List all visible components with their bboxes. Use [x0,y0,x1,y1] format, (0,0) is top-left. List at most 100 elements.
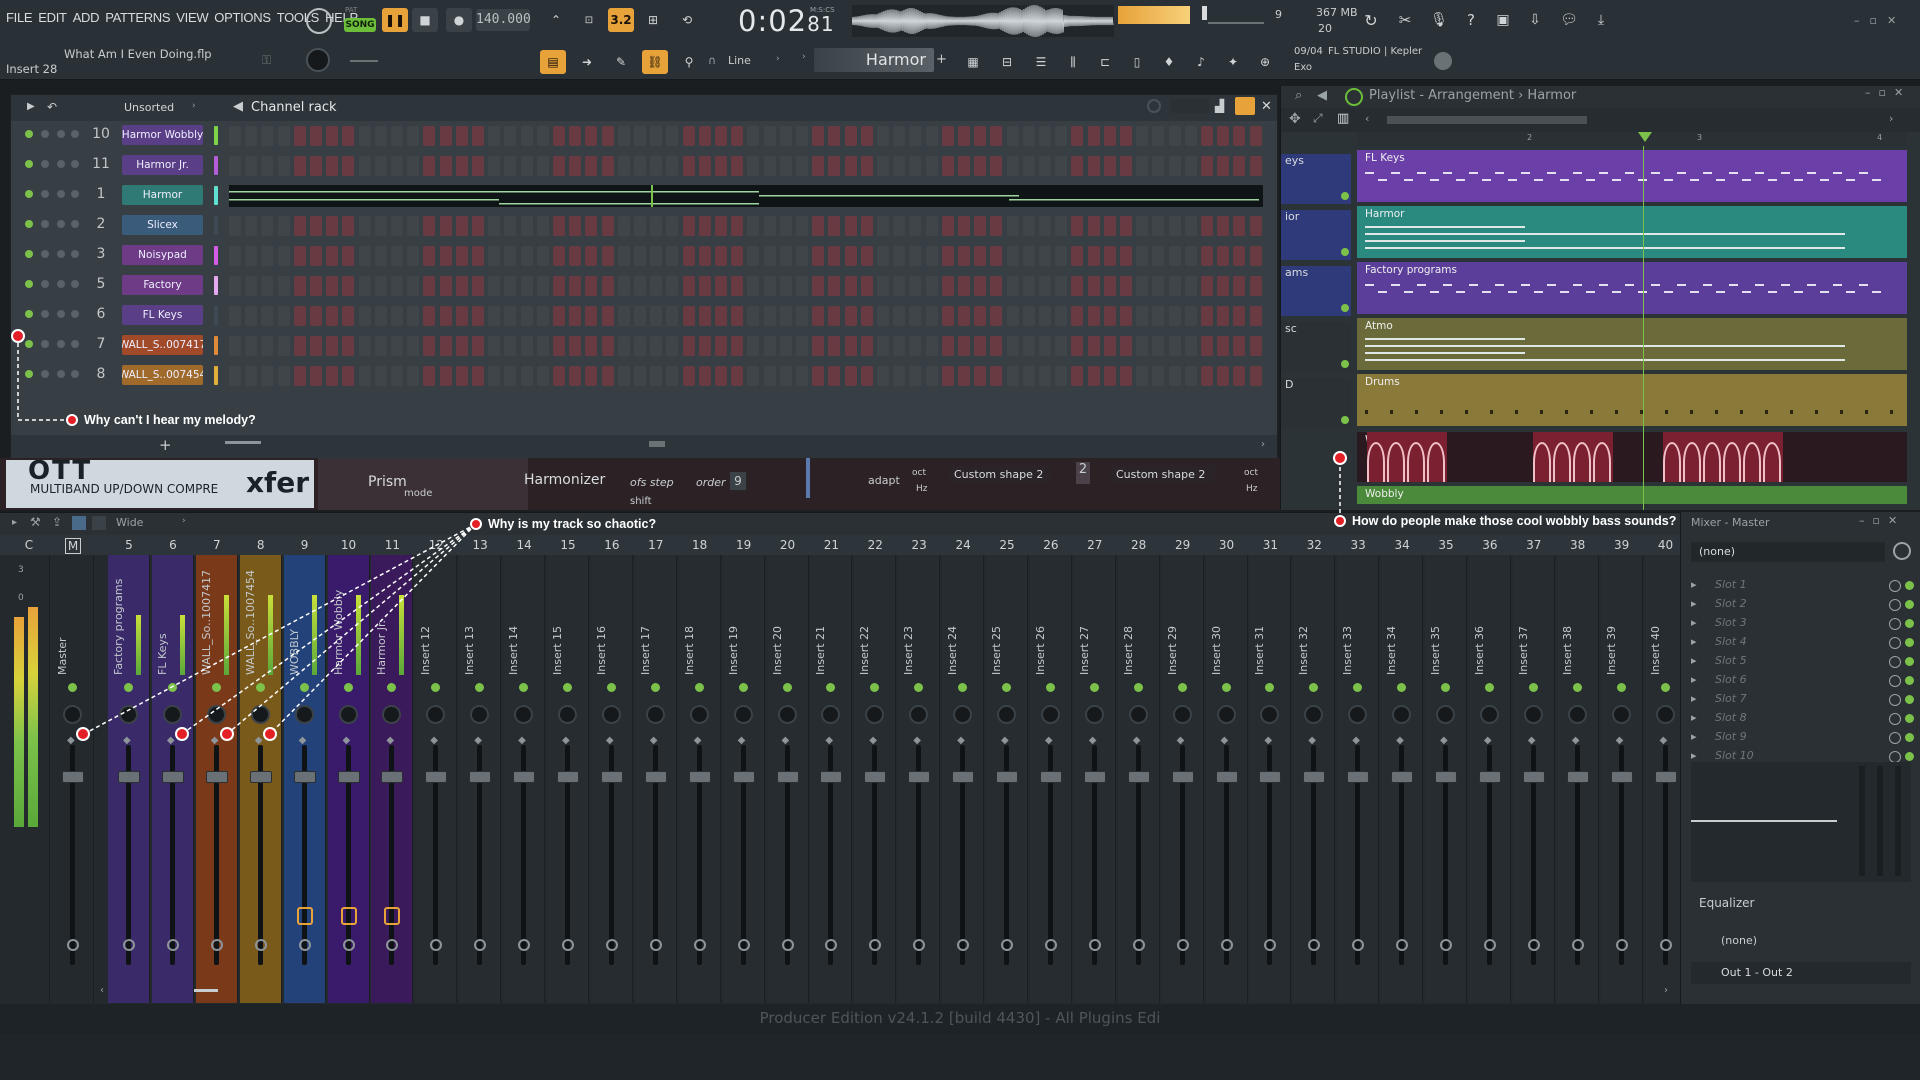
step-button[interactable] [1233,306,1246,326]
step-button[interactable] [1233,216,1246,236]
step-button[interactable] [488,276,501,296]
step-button[interactable] [779,156,792,176]
step-button[interactable] [261,126,274,146]
step-button[interactable] [310,156,322,176]
step-button[interactable] [245,126,258,146]
mixer-strip[interactable]: Insert 14 ◆ [503,555,546,1003]
step-button[interactable] [277,216,290,236]
channel-control-led[interactable] [57,310,65,318]
step-button[interactable] [974,276,987,296]
step-button[interactable] [342,366,355,386]
strip-enable-led[interactable] [1484,683,1494,692]
step-button[interactable] [1184,336,1197,356]
channel-select-indicator[interactable] [214,216,218,235]
channel-mute-led[interactable] [25,190,33,198]
step-button[interactable] [536,246,549,266]
step-button[interactable] [423,246,436,266]
playlist-clip[interactable]: Wo..2 [1357,432,1907,482]
mixer-tool-icon[interactable]: ⚒ [30,515,41,529]
step-button[interactable] [423,276,436,296]
mixer-track-number[interactable]: 33 [1337,538,1379,552]
strip-volume-fader[interactable] [1171,771,1194,783]
strip-volume-fader[interactable] [1610,771,1633,783]
step-button[interactable] [698,366,711,386]
step-button[interactable] [601,246,614,266]
mixer-menu-icon[interactable]: ▸ [12,517,17,528]
loop-record-icon[interactable]: ⟲ [674,8,700,32]
step-button[interactable] [860,276,873,296]
step-button[interactable] [747,126,760,146]
strip-enable-led[interactable] [1572,683,1582,692]
slot-name[interactable]: Slot 3 [1715,616,1747,629]
mixer-track-number[interactable]: 31 [1249,538,1291,552]
mixer-strip-name[interactable]: Insert 31 [1253,565,1287,675]
step-button[interactable] [1006,276,1019,296]
slot-name[interactable]: Slot 9 [1715,730,1747,743]
mixer-strip[interactable]: Insert 22 ◆ [854,555,897,1003]
strip-enable-led[interactable] [431,683,441,692]
step-button[interactable] [1022,156,1035,176]
step-button[interactable] [391,306,403,326]
mixer-track-number[interactable]: 37 [1513,538,1555,552]
step-button[interactable] [666,306,679,326]
step-button[interactable] [472,366,484,386]
slot-name[interactable]: Slot 2 [1715,597,1747,610]
mixer-strip-name[interactable]: Insert 21 [814,565,848,675]
channel-name-button[interactable]: Harmor Wobbly [122,125,203,145]
mixer-strip[interactable]: Insert 34 ◆ [1381,555,1424,1003]
step-button[interactable] [1152,336,1165,356]
step-button[interactable] [779,336,792,356]
step-button[interactable] [358,306,371,326]
step-button[interactable] [941,126,954,146]
step-button[interactable] [844,246,857,266]
prev-channel-icon[interactable]: › [802,52,806,62]
mixer-strip-name[interactable]: Insert 34 [1385,565,1419,675]
step-button[interactable] [342,276,355,296]
channel-mixer-track[interactable]: 5 [83,276,119,292]
step-button[interactable] [941,246,954,266]
step-button[interactable] [423,366,436,386]
step-button[interactable] [698,156,711,176]
brush-icon[interactable]: ✎ [608,50,634,74]
step-button[interactable] [1039,336,1051,356]
pattern-icon[interactable]: ▥ [1337,111,1349,126]
slot-enable-led[interactable] [1905,676,1914,685]
strip-enable-led[interactable] [782,683,792,692]
step-button[interactable] [844,126,857,146]
strip-volume-fader[interactable] [118,771,140,783]
mixer-strip[interactable]: Insert 24 ◆ [942,555,985,1003]
channel-control-led[interactable] [57,280,65,288]
slot-enable-led[interactable] [1905,619,1914,628]
step-button[interactable] [958,276,970,296]
wait-record-icon[interactable]: ⊡ [576,8,602,32]
step-button[interactable] [1103,366,1116,386]
channel-mute-led[interactable] [25,250,33,258]
slot-expand-icon[interactable]: ▸ [1691,673,1697,686]
strip-enable-led[interactable] [211,683,221,692]
mixer-window-controls[interactable]: –▫✕ [1859,514,1905,527]
strip-lock-icon[interactable] [340,907,357,925]
step-button[interactable] [812,126,825,146]
step-button[interactable] [666,276,679,296]
channel-control-led[interactable] [71,310,79,318]
step-button[interactable] [326,336,339,356]
step-button[interactable] [472,246,484,266]
lock-icon[interactable]: ⚿ [262,53,271,68]
strip-route-ring[interactable] [1352,939,1365,951]
step-button[interactable] [974,336,987,356]
step-button[interactable] [358,336,371,356]
track-enable-led[interactable] [1341,192,1349,200]
step-button[interactable] [504,126,517,146]
strip-volume-fader[interactable] [337,771,360,783]
channel-rack-icon[interactable]: ☰ [1028,50,1054,74]
slot-expand-icon[interactable]: ▸ [1691,749,1697,762]
step-button[interactable] [504,246,517,266]
strip-route-ring[interactable] [1659,939,1672,951]
mini-piano-roll[interactable] [229,185,1263,207]
step-button[interactable] [958,306,970,326]
snap-arrow-icon[interactable]: › [776,54,780,64]
mixer-scroll-left-icon[interactable]: ‹ [100,985,104,996]
playlist-scrollbar[interactable] [1387,116,1587,124]
menu-add[interactable]: ADD [73,10,100,25]
step-button[interactable] [585,126,598,146]
